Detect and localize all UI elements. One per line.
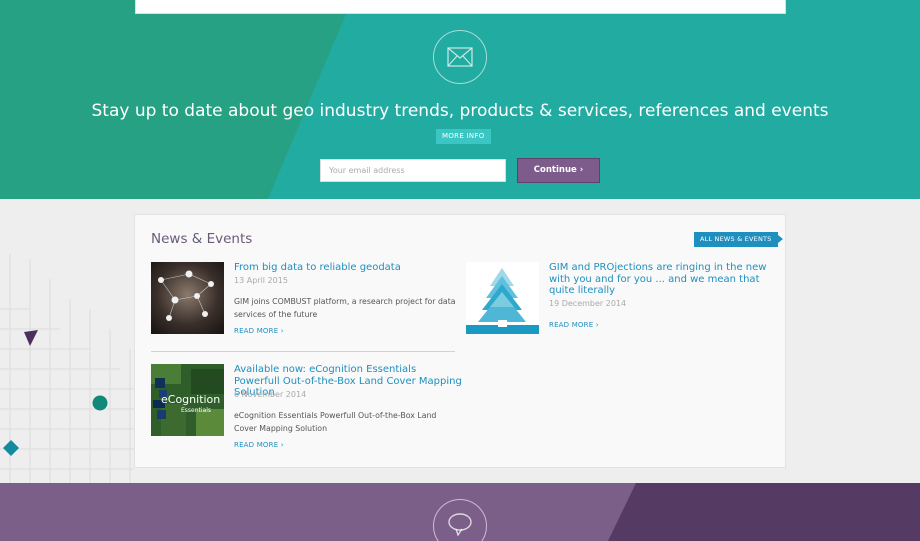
- all-news-events-link[interactable]: ALL NEWS & EVENTS: [694, 232, 782, 247]
- news-thumbnail[interactable]: [151, 262, 224, 334]
- news-item-date: 6 November 2014: [234, 390, 307, 399]
- email-input[interactable]: [320, 159, 506, 182]
- read-more-link[interactable]: READ MORE ›: [549, 321, 599, 329]
- triangle-shape: [24, 330, 38, 346]
- bottom-section: [0, 483, 920, 541]
- top-content-strip: [135, 0, 786, 14]
- news-item-date: 19 December 2014: [549, 299, 627, 308]
- news-thumbnail[interactable]: [466, 262, 539, 334]
- read-more-link[interactable]: READ MORE ›: [234, 441, 284, 449]
- newsletter-section: Stay up to date about geo industry trend…: [0, 0, 920, 199]
- news-divider: [151, 351, 455, 352]
- news-thumbnail[interactable]: eCognition Essentials: [151, 364, 224, 436]
- news-item: eCognition Essentials Available now: eCo…: [151, 364, 462, 454]
- continue-button[interactable]: Continue ›: [517, 158, 600, 183]
- ecognition-logo-subtext: Essentials: [181, 407, 211, 414]
- circle-shape: [92, 395, 108, 411]
- news-section-title: News & Events: [151, 231, 253, 247]
- envelope-icon: [433, 30, 487, 84]
- news-item-title[interactable]: GIM and PROjections are ringing in the n…: [549, 262, 779, 297]
- decorative-shapes: [3, 330, 108, 456]
- ecognition-logo-text: eCognition: [161, 393, 220, 406]
- more-info-link[interactable]: MORE INFO: [436, 129, 491, 144]
- news-item: From big data to reliable geodata 13 Apr…: [151, 262, 461, 342]
- news-item: GIM and PROjections are ringing in the n…: [466, 262, 776, 342]
- news-item-title[interactable]: From big data to reliable geodata: [234, 262, 464, 274]
- news-item-date: 13 April 2015: [234, 276, 288, 285]
- news-card: News & Events ALL NEWS & EVENTS From big…: [134, 214, 786, 468]
- news-item-text: eCognition Essentials Powerfull Out-of-t…: [234, 411, 437, 433]
- newsletter-headline: Stay up to date about geo industry trend…: [91, 101, 829, 121]
- read-more-link[interactable]: READ MORE ›: [234, 327, 284, 335]
- diamond-shape: [3, 440, 19, 456]
- news-item-text: GIM joins COMBUST platform, a research p…: [234, 297, 456, 319]
